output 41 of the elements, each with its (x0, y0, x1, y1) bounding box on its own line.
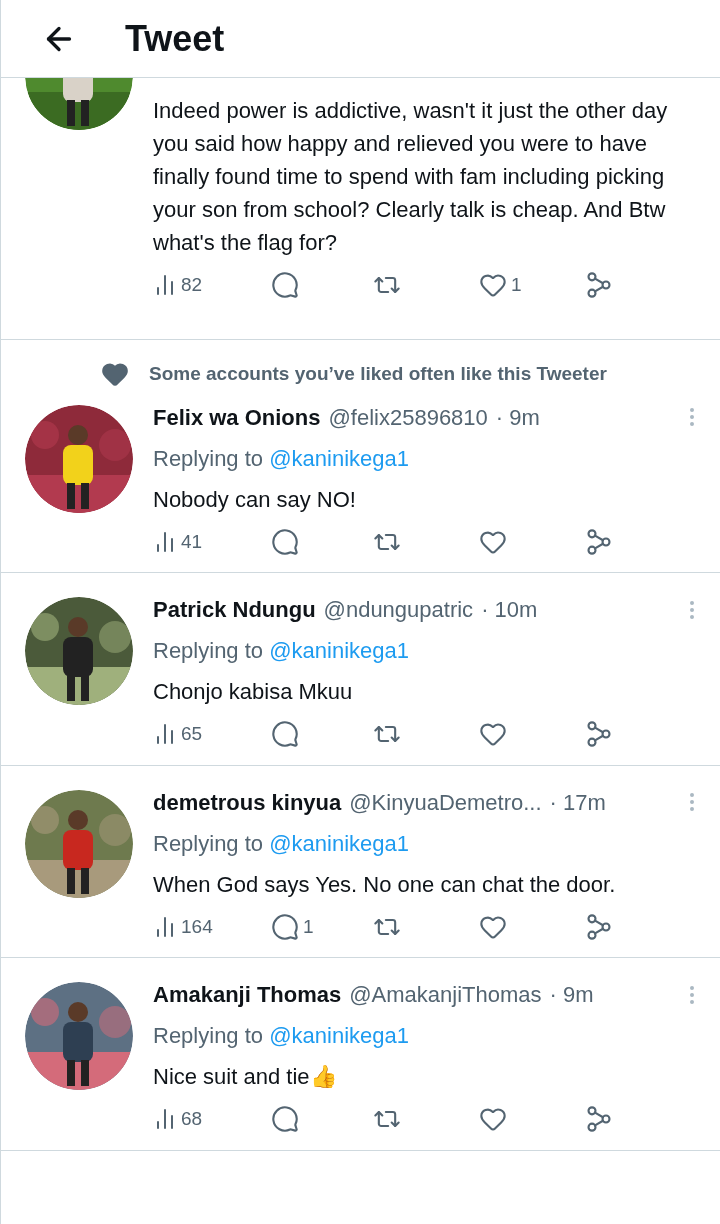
tweet-time: · 17m (549, 788, 606, 817)
tweet-time: · 9m (495, 403, 540, 432)
views-button[interactable]: 65 (153, 720, 259, 749)
replying-to-text: Replying to @kaninikega1 (153, 444, 410, 473)
replying-to-text: Replying to @kaninikega1 (153, 637, 410, 665)
author-name[interactable]: Felix wa Onions (153, 400, 321, 434)
reply-icon (271, 1105, 299, 1134)
reply-icon (271, 912, 299, 941)
tweet-text: Nice suit and tie👍 (153, 1063, 338, 1091)
share-icon (585, 912, 613, 941)
replying-to-text: Replying to @kaninikega1 (153, 1022, 410, 1050)
author-handle[interactable]: @felix25896810 (328, 400, 488, 434)
tweet-text: Chonjo kabisa Mkuu (153, 678, 354, 706)
replying-to-text: Replying to @kaninikega1 (153, 829, 410, 858)
reply-icon (271, 720, 299, 749)
tweet-text: Indeed power is addictive, wasn't it just the other day you said how happy and relieved you were to have finally found time to spend with fam including picking your son from school? Clearly talk is cheap. And Btw what's the flag for? (153, 97, 669, 257)
author-handle[interactable]: @ndungupatric (323, 593, 474, 626)
author-name[interactable]: Amakanji Thomas (153, 978, 342, 1011)
author-name[interactable]: Patrick Ndungu (153, 593, 316, 626)
page-title: Tweet (125, 16, 225, 61)
tweet-text: When God says Yes. No one can chat the door. (153, 870, 617, 899)
author-name[interactable]: demetrous kinyua (153, 785, 342, 819)
share-icon (585, 720, 613, 749)
views-button[interactable]: 82 (153, 271, 259, 300)
views-button[interactable]: 164 (153, 912, 259, 941)
reply-button[interactable]: 1 (259, 912, 365, 941)
heart-icon (101, 360, 129, 389)
reply-icon (271, 271, 299, 300)
tweet-text: Nobody can say NO! (153, 485, 357, 514)
tweet-time: · 9m (549, 981, 594, 1009)
share-icon (585, 527, 613, 556)
tweet-time: · 10m (481, 596, 538, 624)
author-handle[interactable]: @KinyuaDemetro... (349, 785, 542, 819)
views-button[interactable]: 68 (153, 1105, 259, 1134)
views-button[interactable]: 41 (153, 527, 259, 556)
reply-icon (271, 527, 299, 556)
share-icon (585, 1105, 613, 1134)
author-handle[interactable]: @AmakanjiThomas (349, 978, 542, 1011)
social-context-text: Some accounts you’ve liked often like this Tweeter (149, 362, 607, 386)
share-icon (585, 271, 613, 300)
like-button[interactable]: 1 (471, 271, 577, 300)
